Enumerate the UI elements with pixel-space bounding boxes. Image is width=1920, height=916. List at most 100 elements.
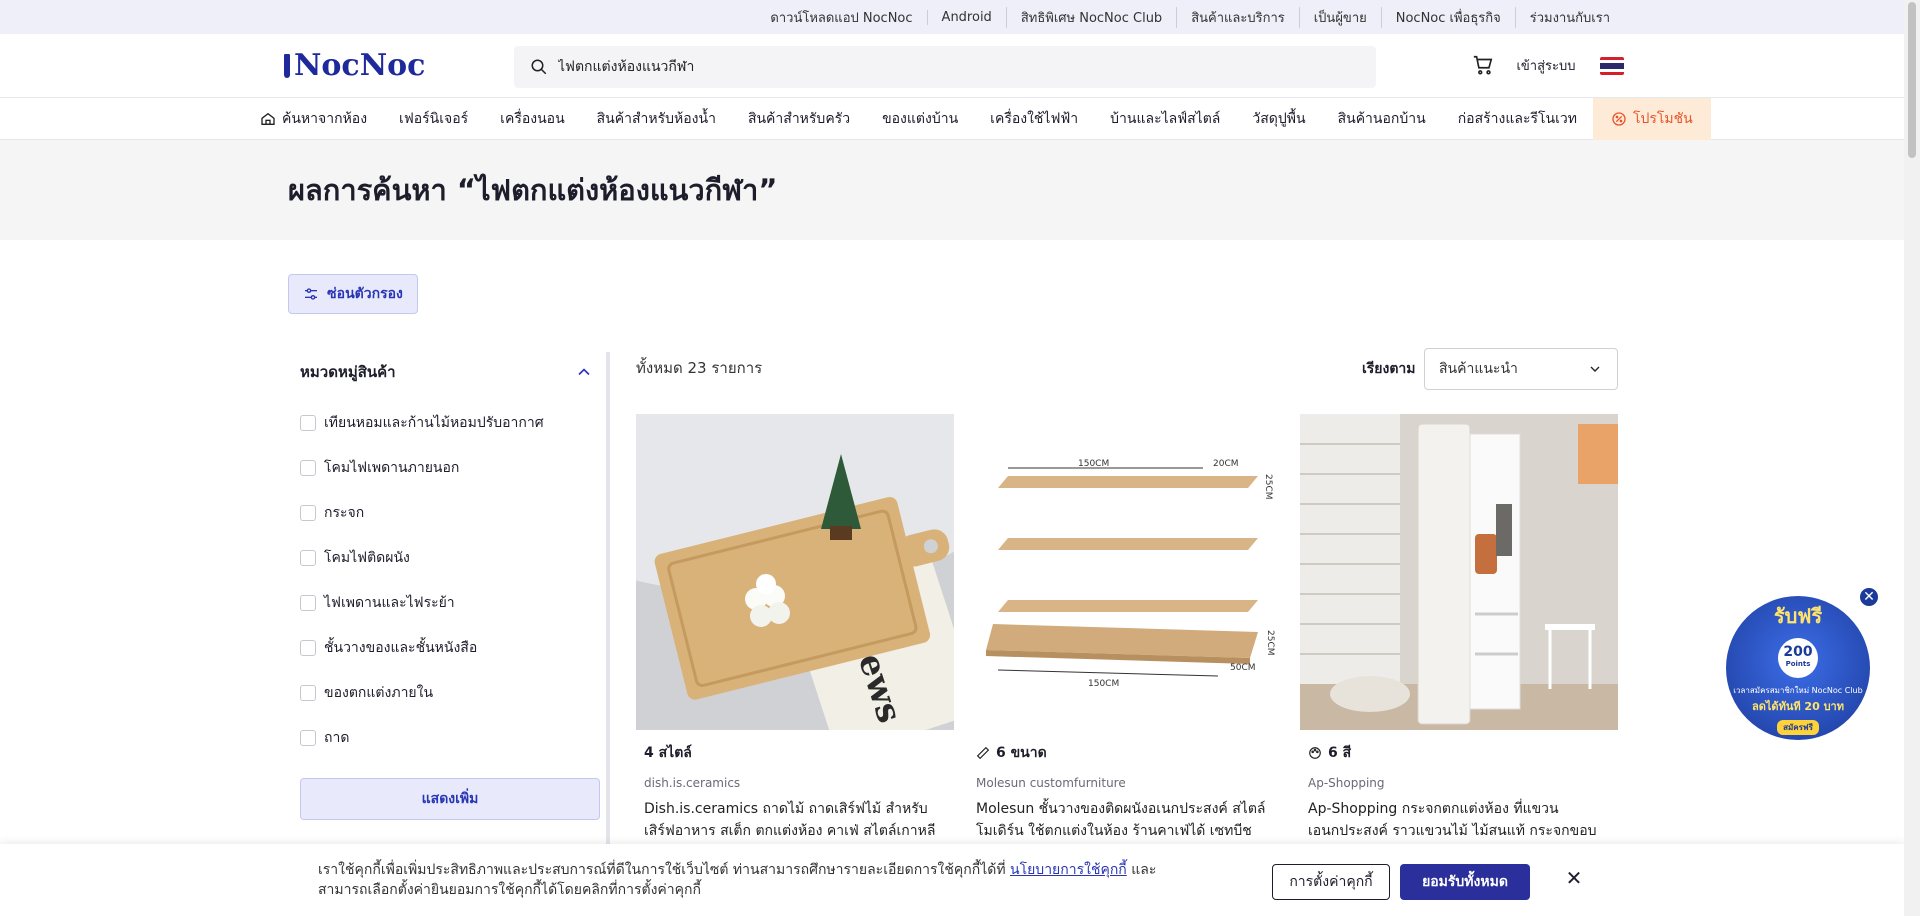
category-item[interactable]: เทียนหอมและก้านไม้หอมปรับอากาศ bbox=[300, 400, 594, 445]
product-meta: 4 สไตล์ dish.is.ceramics Dish.is.ceramic… bbox=[636, 730, 954, 842]
hide-filters-label: ซ่อนตัวกรอง bbox=[327, 286, 403, 302]
page-title: ผลการค้นหา “ไฟตกแต่งห้องแนวกีฬา” bbox=[288, 173, 778, 207]
login-button[interactable]: เข้าสู่ระบบ bbox=[1508, 48, 1584, 82]
category-checkbox[interactable] bbox=[300, 594, 316, 611]
variant-label: 6 ขนาด bbox=[996, 745, 1047, 761]
category-item[interactable]: ของตกแต่งภายใน bbox=[300, 670, 594, 715]
category-label[interactable]: เทียนหอมและก้านไม้หอมปรับอากาศ bbox=[324, 412, 544, 434]
product-card[interactable]: 6 สี Ap-Shopping Ap-Shopping กระจกตกแต่ง… bbox=[1300, 414, 1618, 916]
product-title[interactable]: Ap-Shopping กระจกตกแต่งห้อง ที่แขวนเอนกป… bbox=[1308, 798, 1610, 842]
nav-outdoor[interactable]: สินค้านอกบ้าน bbox=[1322, 98, 1442, 140]
product-image[interactable] bbox=[1300, 414, 1618, 730]
cookie-settings-button[interactable]: การตั้งค่าคุกกี้ bbox=[1272, 864, 1390, 900]
nocnoc-business-link[interactable]: NocNoc เพื่อธุรกิจ bbox=[1380, 6, 1515, 28]
become-seller-link[interactable]: เป็นผู้ขาย bbox=[1298, 6, 1381, 28]
page-scrollbar[interactable] bbox=[1904, 0, 1920, 916]
android-link[interactable]: Android bbox=[926, 9, 1006, 25]
product-meta: 6 ขนาด Molesun customfurniture Molesun ช… bbox=[968, 730, 1286, 842]
category-item[interactable]: ชั้นวางของและชั้นหนังสือ bbox=[300, 625, 594, 670]
category-label[interactable]: โคมไฟติดผนัง bbox=[324, 547, 410, 569]
accept-all-cookies-button[interactable]: ยอมรับทั้งหมด bbox=[1400, 864, 1530, 900]
product-store[interactable]: dish.is.ceramics bbox=[644, 776, 946, 790]
category-checkbox[interactable] bbox=[300, 549, 316, 566]
product-title[interactable]: Dish.is.ceramics ถาดไม้ ถาดเสิร์ฟไม้ สำห… bbox=[644, 798, 946, 842]
category-item[interactable]: โคมไฟเพดานภายนอก bbox=[300, 445, 594, 490]
product-image[interactable]: News bbox=[636, 414, 954, 730]
product-card[interactable]: 150CM 20CM 25CM 150CM 25CM 50CM 6 ขนาด M… bbox=[968, 414, 1286, 916]
nav-appliances[interactable]: เครื่องใช้ไฟฟ้า bbox=[974, 98, 1094, 140]
nocnoc-club-link[interactable]: สิทธิพิเศษ NocNoc Club bbox=[1005, 6, 1176, 28]
thai-flag-language-icon[interactable] bbox=[1600, 57, 1624, 75]
logo-text: NocNoc bbox=[294, 48, 426, 83]
promo-close-button[interactable]: ✕ bbox=[1858, 586, 1880, 608]
scrollbar-thumb[interactable] bbox=[1908, 2, 1916, 158]
category-item[interactable]: โคมไฟติดผนัง bbox=[300, 535, 594, 580]
category-checkbox[interactable] bbox=[300, 414, 316, 431]
nocnoc-logo[interactable]: NocNoc bbox=[284, 48, 425, 83]
palette-icon bbox=[1309, 747, 1321, 759]
product-store[interactable]: Molesun customfurniture bbox=[976, 776, 1278, 790]
top-utility-bar: ดาวน์โหลดแอป NocNoc Android สิทธิพิเศษ N… bbox=[0, 0, 1920, 34]
nav-search-by-room[interactable]: ค้นหาจากห้อง bbox=[244, 98, 383, 140]
points-value: 200 bbox=[1783, 644, 1813, 660]
category-list: เทียนหอมและก้านไม้หอมปรับอากาศ โคมไฟเพดา… bbox=[300, 400, 594, 760]
promo-signup-cta[interactable]: สมัครฟรี bbox=[1777, 720, 1819, 735]
category-checkbox[interactable] bbox=[300, 639, 316, 656]
category-checkbox[interactable] bbox=[300, 504, 316, 521]
category-label[interactable]: ถาด bbox=[324, 727, 349, 749]
results-title-band: ผลการค้นหา “ไฟตกแต่งห้องแนวกีฬา” bbox=[0, 140, 1920, 240]
nav-flooring[interactable]: วัสดุปูพื้น bbox=[1236, 98, 1321, 140]
nav-promotion[interactable]: โปรโมชัน bbox=[1592, 97, 1711, 140]
category-item[interactable]: ไฟเพดานและไฟระย้า bbox=[300, 580, 594, 625]
nav-kitchen[interactable]: สินค้าสำหรับครัว bbox=[732, 98, 866, 140]
svg-text:20CM: 20CM bbox=[1213, 459, 1239, 469]
nav-construction[interactable]: ก่อสร้างและรีโนเวท bbox=[1442, 98, 1593, 140]
category-filter-title: หมวดหมู่สินค้า bbox=[300, 363, 396, 381]
category-label[interactable]: กระจก bbox=[324, 502, 364, 524]
category-label[interactable]: โคมไฟเพดานภายนอก bbox=[324, 457, 459, 479]
careers-link[interactable]: ร่วมงานกับเรา bbox=[1514, 6, 1624, 28]
products-services-link[interactable]: สินค้าและบริการ bbox=[1176, 6, 1299, 28]
category-checkbox[interactable] bbox=[300, 459, 316, 476]
category-filter-header: หมวดหมู่สินค้า bbox=[300, 352, 594, 392]
product-variant-count: 6 สี bbox=[1308, 742, 1610, 764]
variant-label: 6 สี bbox=[1328, 745, 1352, 761]
nav-furniture[interactable]: เฟอร์นิเจอร์ bbox=[383, 98, 484, 140]
nav-label: ค้นหาจากห้อง bbox=[282, 110, 368, 127]
search-bar[interactable] bbox=[514, 46, 1376, 88]
product-image[interactable]: 150CM 20CM 25CM 150CM 25CM 50CM bbox=[968, 414, 1286, 730]
search-input[interactable] bbox=[558, 59, 1376, 75]
svg-text:50CM: 50CM bbox=[1230, 663, 1256, 673]
promo-line1: เวลาสมัครสมาชิกใหม่ NocNoc Club bbox=[1733, 686, 1863, 695]
cookie-policy-link[interactable]: นโยบายการใช้คุกกี้ bbox=[1010, 862, 1127, 878]
nav-home-lifestyle[interactable]: บ้านและไลฟ์สไตล์ bbox=[1094, 98, 1236, 140]
category-label[interactable]: ของตกแต่งภายใน bbox=[324, 682, 433, 704]
product-card[interactable]: News 4 สไตล์ dish.is.ceramics Dish.is.ce… bbox=[636, 414, 954, 916]
cookie-consent-banner: เราใช้คุกกี้เพื่อเพิ่มประสิทธิภาพและประส… bbox=[0, 844, 1904, 916]
download-app-link[interactable]: ดาวน์โหลดแอป NocNoc bbox=[756, 7, 926, 28]
product-variant-count: 4 สไตล์ bbox=[644, 745, 692, 761]
sort-select[interactable]: สินค้าแนะนำ bbox=[1424, 348, 1618, 390]
nav-bathroom[interactable]: สินค้าสำหรับห้องน้ำ bbox=[581, 98, 732, 140]
nav-bedding[interactable]: เครื่องนอน bbox=[484, 98, 580, 140]
category-label[interactable]: ไฟเพดานและไฟระย้า bbox=[324, 592, 455, 614]
sort-label: เรียงตาม bbox=[1362, 361, 1416, 377]
product-title[interactable]: Molesun ชั้นวางของติดผนังอเนกประสงค์ สไต… bbox=[976, 798, 1278, 842]
hide-filters-button[interactable]: ซ่อนตัวกรอง bbox=[288, 274, 418, 314]
cart-icon[interactable] bbox=[1472, 54, 1494, 76]
club-signup-promo-bubble[interactable]: รับฟรี 200 Points เวลาสมัครสมาชิกใหม่ No… bbox=[1726, 596, 1870, 740]
category-label[interactable]: ชั้นวางของและชั้นหนังสือ bbox=[324, 637, 477, 659]
category-nav: ค้นหาจากห้อง เฟอร์นิเจอร์ เครื่องนอน สิน… bbox=[0, 97, 1920, 140]
promo-badge-icon bbox=[1612, 111, 1626, 126]
filter-sidebar: หมวดหมู่สินค้า เทียนหอมและก้านไม้หอมปรับ… bbox=[288, 352, 610, 852]
product-store[interactable]: Ap-Shopping bbox=[1308, 776, 1610, 790]
nav-home-decor[interactable]: ของแต่งบ้าน bbox=[866, 98, 974, 140]
category-item[interactable]: กระจก bbox=[300, 490, 594, 535]
category-checkbox[interactable] bbox=[300, 729, 316, 746]
chevron-up-icon[interactable] bbox=[574, 362, 594, 382]
show-more-button[interactable]: แสดงเพิ่ม bbox=[300, 778, 600, 820]
category-item[interactable]: ถาด bbox=[300, 715, 594, 760]
category-checkbox[interactable] bbox=[300, 684, 316, 701]
cookie-close-button[interactable]: ✕ bbox=[1560, 864, 1588, 892]
ruler-icon bbox=[976, 746, 990, 760]
